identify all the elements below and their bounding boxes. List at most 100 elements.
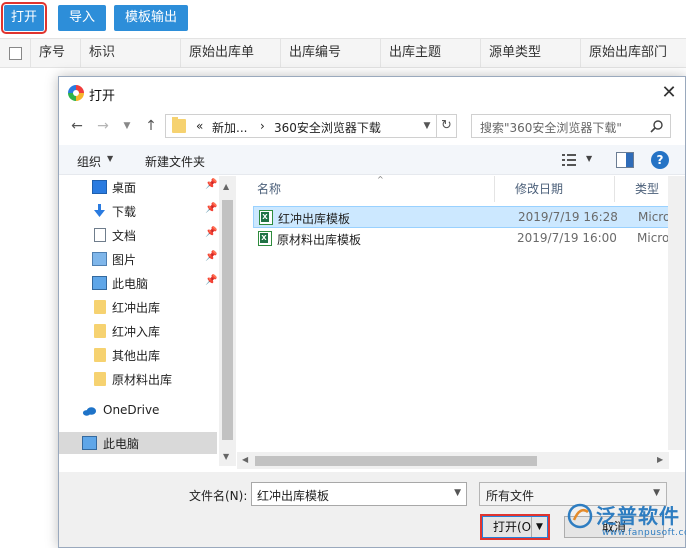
cloud-icon	[82, 407, 97, 416]
organize-caret-icon[interactable]: ▼	[107, 154, 113, 163]
column-header-department[interactable]: 原始出库部门	[580, 39, 686, 67]
column-header-name[interactable]: 名称	[237, 176, 495, 202]
nav-item-raw-material-outbound[interactable]: 原材料出库	[59, 368, 219, 390]
preview-pane-icon[interactable]	[616, 152, 634, 168]
address-bar[interactable]: « 新加... › 360安全浏览器下载	[165, 114, 437, 138]
navigation-pane: 桌面 📌 下载 📌 文档 📌 图片 📌 此电脑 📌 红冲出库 红冲入库 其他出库…	[59, 176, 237, 466]
organize-menu[interactable]: 组织	[77, 153, 101, 170]
scrollbar-thumb[interactable]	[255, 456, 537, 466]
breadcrumb-segment-drive[interactable]: 新加...	[212, 119, 247, 136]
brand-logo-icon	[567, 503, 593, 529]
scrollbar-thumb[interactable]	[222, 200, 233, 440]
nav-item-desktop[interactable]: 桌面 📌	[59, 176, 219, 198]
nav-item-pictures[interactable]: 图片 📌	[59, 248, 219, 270]
scroll-up-icon[interactable]: ▲	[223, 182, 229, 191]
recent-locations-chevron-icon[interactable]: ▼	[117, 115, 137, 137]
nav-item-label: 红冲出库	[112, 301, 161, 315]
chevron-down-icon[interactable]: ▼	[653, 488, 660, 498]
sort-ascending-icon: ^	[377, 175, 384, 184]
watermark-brand: 泛普软件	[596, 504, 680, 528]
brand-watermark: 泛普软件 www.fanpusoft.com	[566, 500, 686, 544]
view-options-icon[interactable]	[561, 152, 579, 168]
view-caret-icon[interactable]: ▼	[586, 154, 592, 163]
nav-item-label: 图片	[112, 253, 137, 267]
breadcrumb-separator[interactable]: ›	[260, 119, 265, 133]
watermark-url: www.fanpusoft.com	[602, 528, 686, 538]
nav-item-red-outbound[interactable]: 红冲出库	[59, 296, 219, 318]
open-button[interactable]: 打开	[1, 2, 47, 34]
column-header-original-order[interactable]: 原始出库单	[180, 39, 280, 67]
address-overflow-chevron[interactable]: «	[196, 119, 203, 133]
command-bar: 组织 ▼ 新建文件夹 ▼ ?	[59, 145, 685, 175]
filename-label: 文件名(N):	[189, 489, 248, 503]
nav-item-other-outbound[interactable]: 其他出库	[59, 344, 219, 366]
refresh-icon[interactable]: ↻	[437, 114, 457, 138]
navigation-pane-scrollbar[interactable]: ▲ ▼	[219, 176, 236, 466]
nav-item-red-inbound[interactable]: 红冲入库	[59, 320, 219, 342]
up-arrow-icon[interactable]: ↑	[141, 115, 161, 137]
search-placeholder: 搜索"360安全浏览器下载"	[480, 121, 622, 135]
file-list-horizontal-scrollbar[interactable]: ◀ ▶	[237, 452, 669, 469]
pin-icon[interactable]: 📌	[205, 275, 217, 286]
column-header-source-type[interactable]: 源单类型	[480, 39, 580, 67]
column-header-seq[interactable]: 序号	[30, 39, 80, 67]
nav-item-documents[interactable]: 文档 📌	[59, 224, 219, 246]
filename-input[interactable]: 红冲出库模板 ▼	[251, 482, 467, 506]
search-icon[interactable]	[650, 119, 664, 133]
computer-icon	[82, 436, 97, 450]
document-icon	[94, 228, 106, 242]
nav-item-label: OneDrive	[103, 403, 160, 417]
scroll-right-icon[interactable]: ▶	[657, 455, 663, 464]
column-header-subject[interactable]: 出库主题	[380, 39, 480, 67]
nav-item-this-pc[interactable]: 此电脑	[59, 432, 217, 454]
nav-item-label: 此电脑	[103, 437, 140, 451]
column-header-outbound-no[interactable]: 出库编号	[280, 39, 380, 67]
app-toolbar: 打开 导入 模板输出	[0, 0, 686, 38]
chevron-down-icon[interactable]: ▼	[454, 488, 461, 498]
forward-arrow-icon[interactable]: →	[93, 115, 113, 137]
nav-item-label: 桌面	[112, 181, 137, 195]
excel-file-icon	[258, 231, 272, 246]
nav-item-onedrive[interactable]: OneDrive	[59, 400, 219, 422]
dialog-titlebar: 打开 ✕	[59, 77, 685, 109]
breadcrumb-segment-folder[interactable]: 360安全浏览器下载	[274, 119, 381, 136]
close-icon[interactable]: ✕	[657, 81, 681, 105]
picture-icon	[92, 252, 107, 266]
browser-logo-icon	[68, 85, 84, 101]
pin-icon[interactable]: 📌	[205, 179, 217, 190]
nav-item-label: 下载	[112, 205, 137, 219]
pin-icon[interactable]: 📌	[205, 251, 217, 262]
scroll-down-icon[interactable]: ▼	[223, 452, 229, 461]
scroll-left-icon[interactable]: ◀	[242, 455, 248, 464]
file-row-red-outbound-template[interactable]: 红冲出库模板 2019/7/19 16:28 Microso	[253, 206, 685, 228]
column-header-date[interactable]: 修改日期	[495, 176, 615, 202]
file-list: 名称 ^ 修改日期 类型 红冲出库模板 2019/7/19 16:28 Micr…	[237, 175, 685, 466]
open-options-chevron-icon[interactable]: ▼	[531, 517, 547, 537]
select-all-checkbox[interactable]	[9, 47, 22, 60]
dialog-open-button[interactable]: 打开(O) ▼	[480, 514, 550, 540]
file-list-vertical-scrollbar[interactable]	[668, 176, 685, 450]
new-folder-button[interactable]: 新建文件夹	[145, 153, 205, 170]
nav-item-label: 原材料出库	[112, 373, 173, 387]
import-button[interactable]: 导入	[58, 5, 106, 31]
pin-icon[interactable]: 📌	[205, 203, 217, 214]
file-type-value: 所有文件	[486, 489, 535, 503]
open-file-dialog: 打开 ✕ ← → ▼ ↑ « 新加... › 360安全浏览器下载 ▼ ↻ 搜索…	[58, 76, 686, 548]
filename-value[interactable]: 红冲出库模板	[257, 487, 329, 504]
download-icon	[94, 204, 105, 217]
nav-item-this-pc-pinned[interactable]: 此电脑 📌	[59, 272, 219, 294]
help-icon[interactable]: ?	[651, 151, 669, 169]
pin-icon[interactable]: 📌	[205, 227, 217, 238]
folder-icon	[94, 324, 106, 338]
template-export-button[interactable]: 模板输出	[114, 5, 188, 31]
search-input[interactable]: 搜索"360安全浏览器下载"	[471, 114, 671, 138]
address-dropdown-icon[interactable]: ▼	[417, 114, 437, 138]
file-row-raw-material-template[interactable]: 原材料出库模板 2019/7/19 16:00 Microso	[253, 228, 685, 250]
file-date: 2019/7/19 16:28	[518, 210, 618, 224]
computer-icon	[92, 276, 107, 290]
nav-item-downloads[interactable]: 下载 📌	[59, 200, 219, 222]
folder-icon	[172, 117, 186, 133]
dialog-title: 打开	[89, 89, 116, 104]
column-header-flag[interactable]: 标识	[80, 39, 180, 67]
back-arrow-icon[interactable]: ←	[67, 115, 87, 137]
